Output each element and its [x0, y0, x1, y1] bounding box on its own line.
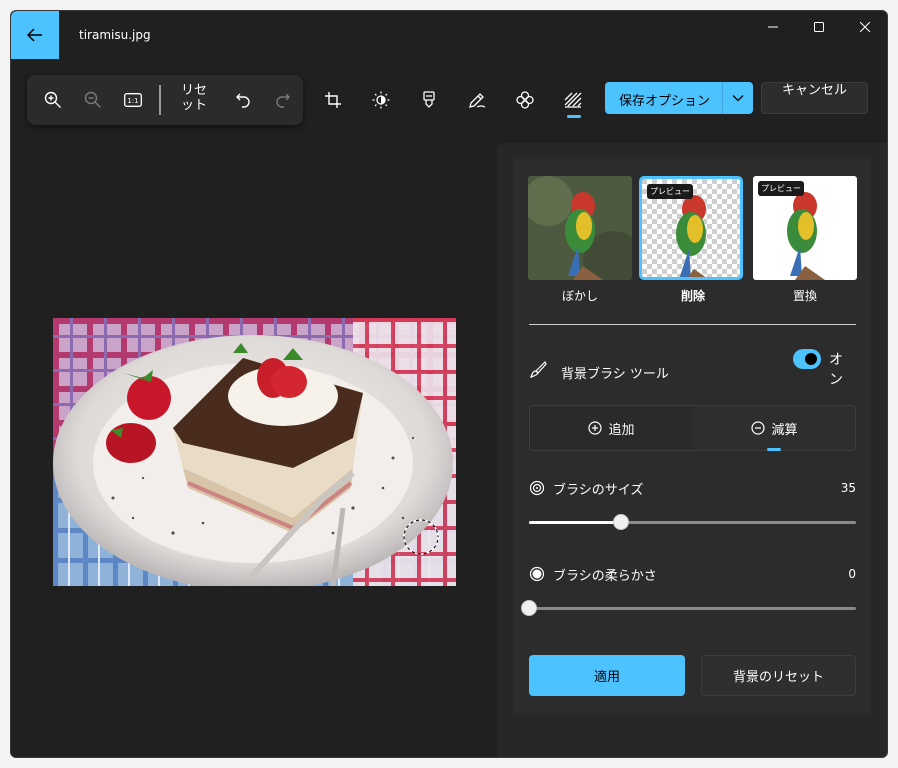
brush-mode-segmented: 追加 減算: [529, 405, 856, 451]
brush-softness-label: ブラシの柔らかさ: [553, 569, 657, 584]
tiramisu-photo: [53, 318, 456, 586]
background-icon: [564, 92, 582, 108]
zoom-out-icon: [84, 91, 101, 108]
save-split-divider: [722, 82, 723, 114]
brush-tool-icon-wrap: [529, 360, 547, 383]
plus-circle-icon: [588, 421, 603, 435]
brush-tool-toggle[interactable]: [793, 349, 821, 369]
crop-icon: [325, 92, 341, 108]
brush-size-fill: [529, 521, 621, 524]
subtract-mode-label: 減算: [771, 422, 798, 438]
remove-option-thumbnail[interactable]: プレビュー: [639, 176, 743, 280]
photo-canvas[interactable]: [53, 318, 456, 586]
brush-icon: [530, 360, 547, 378]
preview-badge: プレビュー: [758, 181, 804, 196]
brush-size-slider-thumb[interactable]: [612, 514, 629, 530]
replace-option-label: 置換: [792, 289, 817, 303]
redo-icon: [276, 93, 290, 108]
zoom-out-button[interactable]: [79, 86, 107, 114]
brush-size-label: ブラシのサイズ: [553, 483, 644, 498]
save-options-label: 保存オプション: [619, 94, 711, 109]
add-mode-button[interactable]: 追加: [530, 406, 693, 450]
cancel-button[interactable]: キャンセル: [761, 82, 868, 114]
background-reset-button[interactable]: 背景のリセット: [701, 655, 856, 696]
remove-option-label: 削除: [680, 289, 705, 303]
zoom-in-icon: [44, 91, 61, 108]
parrot-blur-image: [528, 176, 632, 280]
markup-tool-button[interactable]: [415, 86, 443, 114]
add-mode-label: 追加: [608, 422, 635, 438]
maximize-button[interactable]: [796, 11, 842, 43]
brush-softness-slider-thumb[interactable]: [521, 600, 537, 616]
brush-size-value: 35: [840, 481, 856, 495]
blur-option-thumbnail[interactable]: [528, 176, 632, 280]
arrow-left-icon: [27, 28, 42, 42]
erase-tool-button[interactable]: [511, 86, 539, 114]
undo-button[interactable]: [229, 86, 257, 114]
toolbar-separator: [159, 85, 161, 115]
pen-icon: [469, 93, 486, 108]
actual-size-button[interactable]: 1:1: [119, 86, 147, 114]
active-tool-indicator: [567, 115, 581, 118]
blur-option-label: ぼかし: [561, 289, 598, 303]
minus-circle-icon: [751, 421, 766, 435]
zoom-in-button[interactable]: [39, 86, 67, 114]
actual-size-icon: 1:1: [124, 93, 142, 107]
spot-remove-icon: [516, 91, 534, 109]
close-icon: [860, 22, 870, 32]
background-tool-button[interactable]: [559, 86, 587, 114]
reset-button[interactable]: リセット: [175, 83, 213, 113]
brush-size-icon: [529, 480, 545, 496]
svg-text:1:1: 1:1: [127, 97, 138, 105]
draw-tool-button[interactable]: [463, 86, 491, 114]
brush-softness-icon: [529, 566, 545, 582]
replace-option-thumbnail[interactable]: プレビュー: [753, 176, 857, 280]
photos-editor-window: tiramisu.jpg 1:1 リセット 保存オプション キャンセル プレビュ…: [10, 10, 888, 758]
undo-icon: [236, 93, 250, 108]
apply-button[interactable]: 適用: [529, 655, 685, 696]
maximize-icon: [814, 22, 824, 32]
panel-divider: [529, 324, 856, 325]
redo-button[interactable]: [269, 86, 297, 114]
adjust-tool-button[interactable]: [367, 86, 395, 114]
minimize-icon: [768, 26, 778, 28]
highlighter-icon: [423, 91, 435, 108]
brightness-icon: [372, 91, 390, 109]
active-mode-indicator: [767, 448, 781, 451]
window-title: tiramisu.jpg: [79, 28, 151, 42]
minimize-button[interactable]: [750, 11, 796, 43]
crop-tool-button[interactable]: [319, 86, 347, 114]
chevron-down-icon[interactable]: [731, 91, 745, 105]
toggle-knob: [805, 353, 817, 365]
back-button[interactable]: [11, 11, 59, 59]
brush-softness-value: 0: [848, 567, 856, 581]
brush-softness-track[interactable]: [529, 607, 856, 610]
brush-tool-label: 背景ブラシ ツール: [561, 367, 669, 382]
brush-toggle-state: オン: [829, 352, 843, 388]
close-button[interactable]: [842, 11, 887, 43]
save-options-button[interactable]: 保存オプション: [605, 82, 753, 114]
preview-badge: プレビュー: [647, 184, 693, 199]
view-toolbar: 1:1 リセット: [27, 75, 303, 125]
subtract-mode-button[interactable]: 減算: [693, 406, 855, 450]
